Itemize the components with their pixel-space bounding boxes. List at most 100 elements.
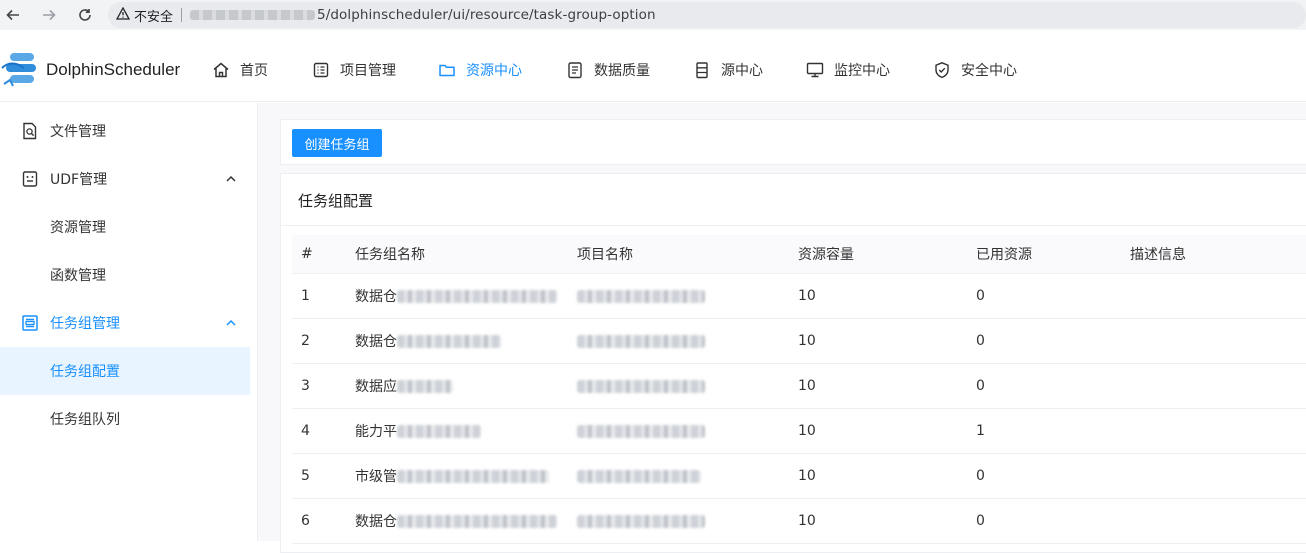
row-index: 1 [301,288,310,304]
project-name [577,274,705,318]
resource-capacity: 10 [798,333,816,349]
table-header-row: # 任务组名称 项目名称 资源容量 已用资源 描述信息 [292,235,1306,274]
main-content: 创建任务组 任务组配置 # 任务组名称 项目名称 资源容量 已用资源 描述信息 … [258,103,1306,553]
task-group-name: 数据仓 [355,319,501,363]
security-warning[interactable]: 不安全 [115,6,174,25]
monitor-icon [806,61,824,79]
column-header-project[interactable]: 项目名称 [577,235,633,273]
used-resource: 0 [976,513,985,529]
task-group-card: 任务组配置 # 任务组名称 项目名称 资源容量 已用资源 描述信息 1 数据仓 … [280,173,1306,553]
home-icon [212,61,230,79]
menu-data-quality-label: 数据质量 [594,63,650,79]
reload-icon[interactable] [72,2,98,28]
sidebar-item-resource-management[interactable]: 资源管理 [0,203,257,251]
table-row[interactable]: 5 市级管 10 0 [292,454,1306,499]
dolphin-logo-icon [0,48,44,92]
used-resource: 0 [976,288,985,304]
toolbar-card: 创建任务组 [280,119,1306,165]
task-group-name: 数据仓 [355,274,557,318]
sidebar-item-udf-management[interactable]: UDF管理 [0,155,257,203]
sidebar-item-label: 任务组队列 [50,412,120,428]
table-row[interactable]: 2 数据仓 10 0 [292,319,1306,364]
url-path: 5/dolphinscheduler/ui/resource/task-grou… [317,7,656,23]
menu-security[interactable]: 安全中心 [933,38,1017,102]
table-row[interactable]: 1 数据仓 10 0 [292,274,1306,319]
resource-capacity: 10 [798,378,816,394]
card-title: 任务组配置 [298,192,374,210]
used-resource: 0 [976,333,985,349]
used-resource: 0 [976,468,985,484]
menu-datasource[interactable]: 源中心 [693,38,763,102]
sidebar-item-file-management[interactable]: 文件管理 [0,107,257,155]
redacted-text [577,514,705,528]
row-index: 3 [301,378,310,394]
project-name [577,319,705,363]
redacted-text [397,334,501,348]
menu-resource-label: 资源中心 [466,63,522,79]
row-index: 6 [301,513,310,529]
menu-security-label: 安全中心 [961,63,1017,79]
not-secure-label: 不安全 [134,9,174,25]
warning-triangle-icon [115,6,131,24]
task-group-name: 数据仓 [355,499,557,543]
task-group-name: 数据应 [355,364,453,408]
redacted-text [397,424,481,438]
forward-arrow-icon[interactable] [36,2,62,28]
folder-icon [438,61,456,79]
menu-project[interactable]: 项目管理 [312,38,396,102]
sidebar: 文件管理 UDF管理 资源管理 函数管理 任务组管理 任务组配置 任务组队列 [0,103,258,541]
app-header: DolphinScheduler 首页 项目管理 资源中心 数据质量 源中心 监… [0,38,1306,102]
column-header-used[interactable]: 已用资源 [976,235,1032,273]
menu-monitor-label: 监控中心 [834,63,890,79]
sidebar-item-task-group-management[interactable]: 任务组管理 [0,299,257,347]
browser-toolbar: 不安全 5/dolphinscheduler/ui/resource/task-… [0,0,1306,30]
sidebar-item-task-group-option[interactable]: 任务组配置 [0,347,250,395]
menu-datasource-label: 源中心 [721,63,763,79]
top-menu: 首页 项目管理 资源中心 数据质量 源中心 监控中心 安全中心 [212,38,1017,102]
url-separator [181,8,183,22]
redacted-text [577,334,705,348]
address-bar[interactable]: 不安全 5/dolphinscheduler/ui/resource/task-… [108,2,1306,28]
column-header-capacity[interactable]: 资源容量 [798,235,854,273]
row-index: 5 [301,468,310,484]
table-row[interactable]: 6 数据仓 10 0 [292,499,1306,544]
task-group-name: 市级管 [355,454,549,498]
project-name [577,409,705,453]
project-icon [312,61,330,79]
sidebar-item-task-group-queue[interactable]: 任务组队列 [0,395,257,443]
task-group-name: 能力平 [355,409,481,453]
redacted-text [397,469,549,483]
used-resource: 0 [976,378,985,394]
column-header-description[interactable]: 描述信息 [1130,235,1186,273]
chevron-up-icon [224,316,238,330]
redacted-text [397,289,557,303]
sidebar-item-label: 资源管理 [50,220,106,236]
redacted-text [397,379,453,393]
table-row[interactable]: 3 数据应 10 0 [292,364,1306,409]
menu-home[interactable]: 首页 [212,38,268,102]
menu-data-quality[interactable]: 数据质量 [566,38,650,102]
back-arrow-icon[interactable] [0,2,26,28]
menu-monitor[interactable]: 监控中心 [806,38,890,102]
card-divider [281,225,1306,226]
sidebar-item-function-management[interactable]: 函数管理 [0,251,257,299]
app-logo-text: DolphinScheduler [46,60,181,79]
redacted-host [190,10,316,20]
create-task-group-button[interactable]: 创建任务组 [292,129,382,157]
app-logo[interactable]: DolphinScheduler [0,48,180,92]
project-name [577,499,705,543]
used-resource: 1 [976,423,985,439]
resource-capacity: 10 [798,468,816,484]
task-group-table: # 任务组名称 项目名称 资源容量 已用资源 描述信息 1 数据仓 10 0 2… [292,235,1306,544]
sidebar-item-label: 文件管理 [50,124,106,140]
menu-resource[interactable]: 资源中心 [438,38,522,102]
project-name [577,454,701,498]
chevron-up-icon [224,172,238,186]
redacted-text [577,469,701,483]
table-row[interactable]: 4 能力平 10 1 [292,409,1306,454]
column-header-name[interactable]: 任务组名称 [355,235,425,273]
redacted-text [577,289,705,303]
menu-home-label: 首页 [240,63,268,79]
sidebar-item-label: UDF管理 [50,172,108,188]
task-group-icon [21,314,39,332]
